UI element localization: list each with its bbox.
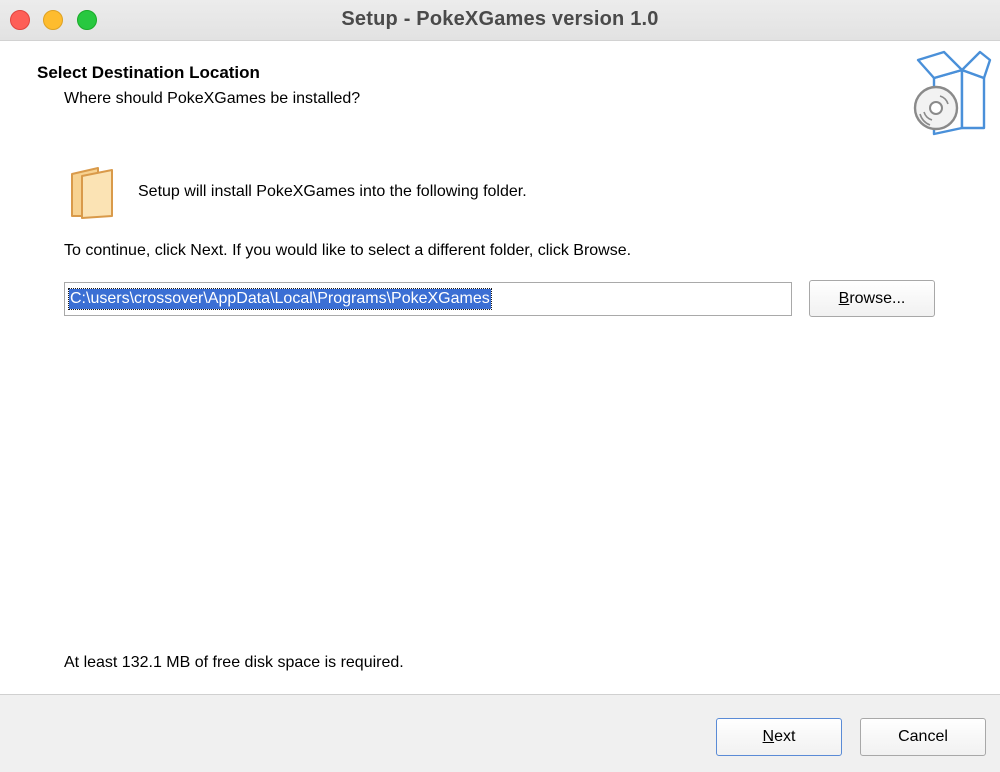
next-button[interactable]: Next bbox=[716, 718, 842, 756]
destination-path-field[interactable]: C:\users\crossover\AppData\Local\Program… bbox=[64, 282, 792, 316]
software-box-icon bbox=[913, 50, 992, 136]
install-folder-text: Setup will install PokeXGames into the f… bbox=[138, 183, 527, 200]
next-label: ext bbox=[774, 728, 796, 745]
browse-mnemonic: B bbox=[838, 290, 850, 307]
continue-instructions: To continue, click Next. If you would li… bbox=[64, 242, 632, 259]
page-title: Select Destination Location bbox=[37, 63, 260, 82]
setup-window: Setup - PokeXGames version 1.0 Select De… bbox=[0, 0, 1000, 772]
window-title: Setup - PokeXGames version 1.0 bbox=[341, 8, 659, 30]
browse-button[interactable]: Browse... bbox=[809, 280, 935, 317]
title-bar[interactable]: Setup - PokeXGames version 1.0 bbox=[0, 0, 1000, 41]
next-mnemonic: N bbox=[762, 728, 775, 745]
browse-label: rowse... bbox=[849, 290, 906, 307]
cancel-button[interactable]: Cancel bbox=[860, 718, 986, 756]
wizard-footer bbox=[0, 695, 1000, 772]
folder-icon bbox=[71, 167, 113, 219]
destination-path-value[interactable]: C:\users\crossover\AppData\Local\Program… bbox=[68, 288, 492, 310]
disk-space-requirement: At least 132.1 MB of free disk space is … bbox=[64, 654, 404, 671]
page-subtitle: Where should PokeXGames be installed? bbox=[64, 90, 361, 107]
